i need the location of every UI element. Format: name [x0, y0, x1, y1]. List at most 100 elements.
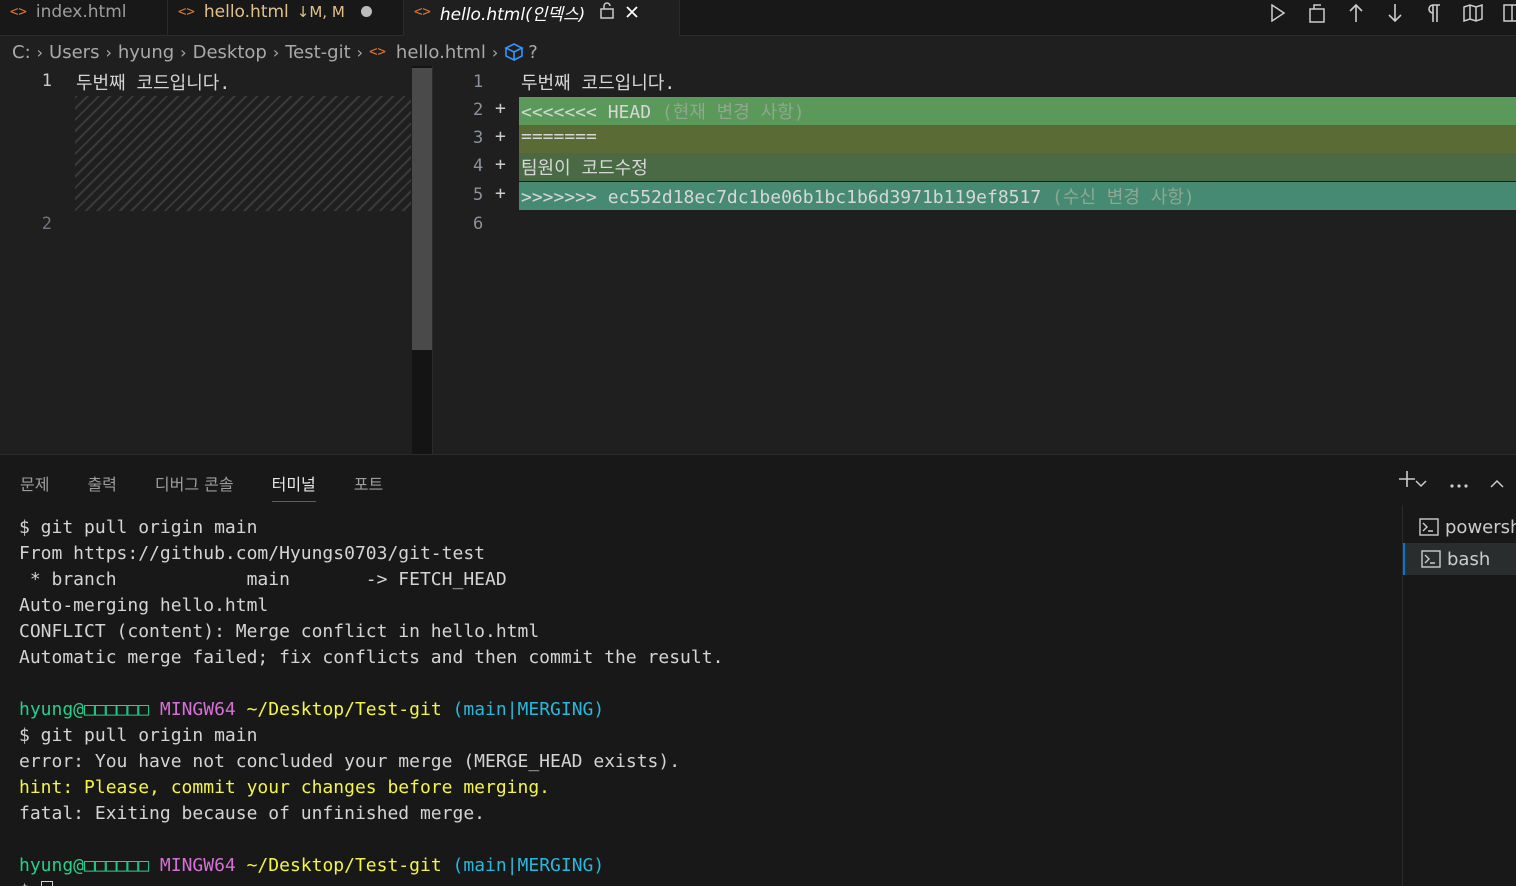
breadcrumb-symbol[interactable]: ? — [528, 42, 538, 63]
diff-row-incoming-content — [519, 153, 1516, 181]
chevron-right-icon: › — [356, 42, 364, 62]
tab-problems[interactable]: 문제 — [20, 471, 49, 502]
split-editor-icon[interactable] — [1492, 0, 1516, 26]
open-changes-icon[interactable] — [1297, 0, 1336, 26]
arrow-up-icon[interactable] — [1336, 0, 1375, 26]
terminal-item-label: powershell — [1445, 516, 1516, 538]
tab-index-html[interactable]: <> index.html — [0, 0, 168, 35]
tab-debug-console[interactable]: 디버그 콘솔 — [155, 471, 234, 502]
prompt-branch: (main|MERGING) — [452, 855, 605, 876]
chevron-up-icon[interactable] — [1478, 470, 1516, 494]
conflict-separator[interactable]: ======= — [521, 126, 597, 147]
added-marker: + — [495, 126, 506, 147]
terminal-item-label: bash — [1447, 548, 1491, 570]
marker-note: (수신 변경 사항) — [1052, 187, 1195, 208]
unsaved-dot-icon[interactable] — [360, 6, 372, 17]
terminal-output[interactable]: $ git pull origin main From https://gith… — [19, 515, 1399, 886]
breadcrumb-test-git[interactable]: Test-git — [285, 42, 350, 63]
scrollbar-thumb[interactable] — [412, 68, 432, 350]
line-number: 2 — [41, 214, 52, 234]
terminal-line: fatal: Exiting because of unfinished mer… — [19, 803, 485, 824]
tab-hello-html-index[interactable]: <> hello.html(인덱스) — [404, 0, 680, 36]
cube-symbol-icon[interactable] — [504, 43, 525, 61]
breadcrumb-file[interactable]: hello.html — [396, 42, 486, 63]
added-marker: + — [495, 98, 506, 119]
conflict-marker-head[interactable]: <<<<<<< HEAD (현재 변경 사항) — [521, 98, 805, 124]
editor-tab-bar: <> index.html <> hello.html ↓M, M <> hel… — [0, 0, 1516, 36]
tab-output[interactable]: 출력 — [87, 471, 116, 502]
bottom-panel: 문제 출력 디버그 콘솔 터미널 포트 $ git pull origin ma… — [0, 454, 1516, 886]
lock-icon — [599, 1, 615, 24]
tab-label: index.html — [35, 1, 127, 22]
tab-ports[interactable]: 포트 — [354, 471, 383, 502]
terminal-input-line[interactable]: $ — [19, 879, 1399, 886]
terminal-line: Automatic merge failed; fix conflicts an… — [19, 647, 724, 668]
line-number: 3 — [473, 128, 484, 148]
prompt-system: MINGW64 — [159, 855, 236, 876]
line-number: 1 — [473, 72, 484, 92]
prompt-dollar: $ — [19, 881, 41, 886]
chevron-right-icon: › — [272, 42, 280, 62]
breadcrumb-desktop[interactable]: Desktop — [193, 42, 267, 63]
html-file-icon: <> — [369, 44, 386, 60]
close-icon[interactable] — [625, 0, 639, 25]
breadcrumb-drive[interactable]: C: — [12, 42, 31, 63]
marker-text: <<<<<<< HEAD — [521, 102, 652, 123]
chevron-right-icon: › — [105, 42, 112, 62]
terminal-prompt: hyung@□□□□□□ MINGW64 ~/Desktop/Test-git … — [19, 697, 1399, 723]
breadcrumb-hyung[interactable]: hyung — [118, 42, 174, 63]
breadcrumb-users[interactable]: Users — [49, 42, 99, 63]
run-icon[interactable] — [1258, 0, 1297, 26]
line-number: 6 — [473, 214, 484, 234]
conflict-marker-incoming[interactable]: >>>>>>> ec552d18ec7dc1be06b1bc1b6d3971b1… — [521, 183, 1195, 209]
terminal-icon — [1419, 518, 1439, 536]
terminal-icon — [1421, 550, 1441, 568]
chevron-right-icon: › — [180, 42, 187, 62]
modified-pane[interactable]: 1 두번째 코드입니다. 2 + <<<<<<< HEAD (현재 변경 사항)… — [433, 66, 1516, 454]
original-pane[interactable]: 1 두번째 코드입니다. 2 — [0, 66, 432, 454]
prompt-branch: (main|MERGING) — [452, 699, 605, 720]
diff-row-separator — [519, 125, 1516, 153]
git-status-badge: ↓M, M — [296, 2, 345, 21]
terminal-item-bash[interactable]: bash — [1403, 543, 1516, 575]
tab-terminal[interactable]: 터미널 — [271, 471, 316, 502]
added-marker: + — [495, 154, 506, 175]
diff-editor: 1 두번째 코드입니다. 2 1 두번째 코드입니다. 2 + <<<<<<< … — [0, 66, 1516, 454]
line-number: 5 — [473, 185, 484, 205]
diff-placeholder-hatch — [75, 96, 411, 211]
map-icon[interactable] — [1453, 0, 1492, 26]
chevron-right-icon: › — [491, 42, 499, 62]
code-line[interactable]: 두번째 코드입니다. — [76, 69, 230, 95]
arrow-down-icon[interactable] — [1375, 0, 1414, 26]
tab-label: hello.html — [203, 1, 289, 22]
breadcrumb: C: › Users › hyung › Desktop › Test-git … — [12, 38, 538, 66]
prompt-system: MINGW64 — [159, 699, 236, 720]
html-file-icon: <> — [10, 3, 27, 20]
code-line[interactable]: 두번째 코드입니다. — [521, 69, 675, 95]
more-actions-icon[interactable] — [1440, 470, 1478, 494]
added-marker: + — [495, 183, 506, 204]
terminal-item-powershell[interactable]: powershell — [1403, 511, 1516, 543]
terminal-line: CONFLICT (content): Merge conflict in he… — [19, 621, 540, 642]
marker-note: (현재 변경 사항) — [661, 102, 805, 123]
chevron-right-icon: › — [36, 42, 44, 62]
editor-toolbar — [1258, 0, 1516, 26]
prompt-path: ~/Desktop/Test-git — [246, 855, 442, 876]
tab-hello-html[interactable]: <> hello.html ↓M, M — [168, 0, 404, 35]
terminal-line: Auto-merging hello.html — [19, 595, 269, 616]
prompt-user: hyung@□□□□□□ — [19, 699, 150, 720]
marker-text: >>>>>>> ec552d18ec7dc1be06b1bc1b6d3971b1… — [521, 187, 1042, 208]
terminal-line: $ git pull origin main — [19, 725, 258, 746]
whitespace-icon[interactable] — [1414, 0, 1453, 26]
chevron-down-icon[interactable] — [1412, 470, 1430, 494]
terminal-line: error: You have not concluded your merge… — [19, 751, 681, 772]
terminal-list: powershell bash — [1402, 505, 1516, 886]
line-number: 2 — [473, 100, 484, 120]
terminal-prompt: hyung@□□□□□□ MINGW64 ~/Desktop/Test-git … — [19, 853, 1399, 879]
line-number: 4 — [473, 156, 484, 176]
terminal-hint-line: hint: Please, commit your changes before… — [19, 777, 551, 798]
vscode-window: <> index.html <> hello.html ↓M, M <> hel… — [0, 0, 1516, 886]
prompt-user: hyung@□□□□□□ — [19, 855, 150, 876]
code-line[interactable]: 팀원이 코드수정 — [521, 154, 648, 180]
